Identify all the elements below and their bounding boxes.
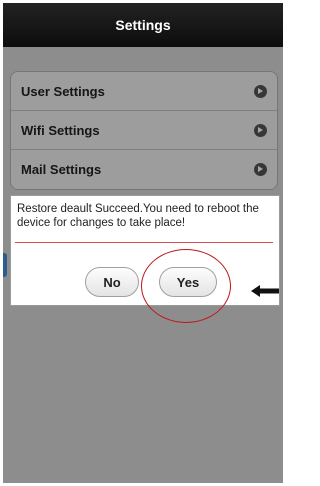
phone-screen: Settings User Settings Wifi Settings Mai… bbox=[3, 3, 283, 483]
dialog-divider bbox=[15, 242, 273, 243]
dialog-message: Restore deault Succeed.You need to reboo… bbox=[17, 203, 259, 229]
no-button[interactable]: No bbox=[85, 267, 139, 297]
page-title: Settings bbox=[115, 17, 171, 33]
app-header: Settings bbox=[3, 3, 283, 47]
arrow-left-icon bbox=[251, 285, 279, 297]
edge-tab bbox=[3, 253, 7, 277]
highlight-circle bbox=[141, 249, 231, 323]
